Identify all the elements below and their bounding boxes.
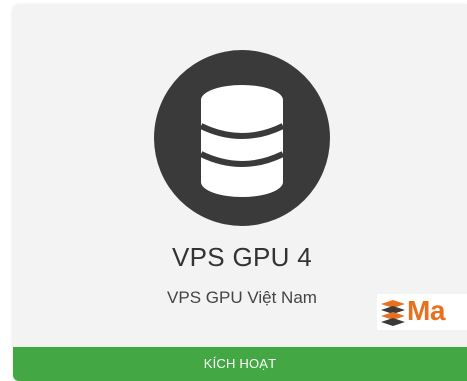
database-icon <box>199 85 285 197</box>
activate-button[interactable]: KÍCH HOẠT <box>13 347 467 381</box>
product-card[interactable]: VPS GPU 4 VPS GPU Việt Nam Ma KÍCH HOẠT <box>13 4 467 381</box>
brand-logo: Ma <box>377 294 467 330</box>
logo-mark-icon <box>381 300 405 326</box>
icon-circle <box>154 50 330 226</box>
product-title: VPS GPU 4 <box>172 242 312 272</box>
logo-text: Ma <box>407 295 445 326</box>
